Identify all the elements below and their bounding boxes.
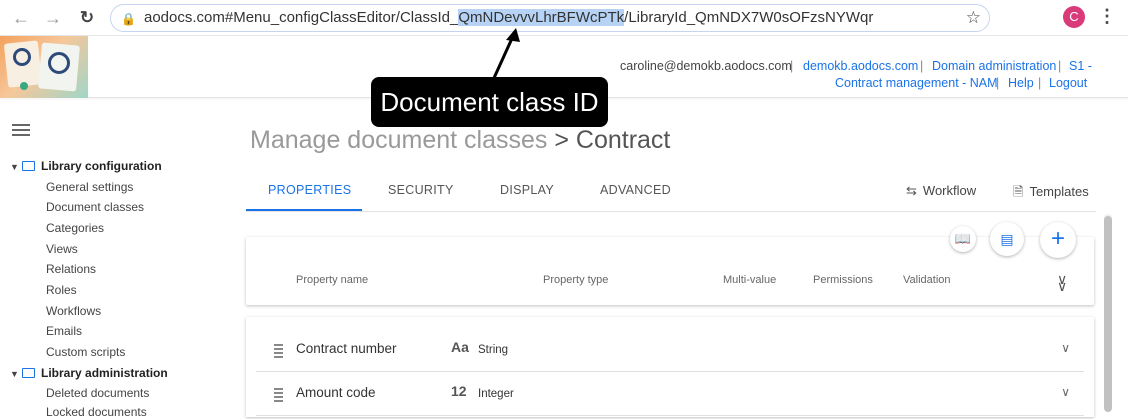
folder-icon	[22, 368, 35, 378]
scrollbar-thumb[interactable]	[1104, 216, 1112, 412]
sidebar-item-document-classes[interactable]: Document classes	[46, 200, 144, 214]
header-separator: |	[790, 59, 794, 73]
property-name: Amount code	[296, 385, 376, 400]
property-type: Integer	[478, 388, 514, 400]
sidebar-item-workflows[interactable]: Workflows	[46, 304, 101, 318]
back-arrow-icon[interactable]: ←	[10, 7, 32, 29]
book-icon[interactable]: 📖	[950, 226, 976, 252]
callout-label: Document class ID	[371, 77, 608, 127]
header-separator: |	[1058, 59, 1062, 73]
logout-link[interactable]: Logout	[1049, 76, 1087, 90]
library-logo[interactable]	[0, 36, 88, 98]
properties-list: Contract number Aa String ∨ Amount code …	[246, 317, 1094, 417]
table-row[interactable]: Amount code 12 Integer ∨	[256, 372, 1084, 416]
magnifier-icon	[48, 52, 70, 74]
workflow-button[interactable]: ⇆ Workflow	[906, 183, 976, 199]
document-icon: 🗎	[1013, 184, 1024, 199]
url-suffix: /LibraryId_QmNDX7W0sOFzsNYWqr	[624, 9, 874, 26]
profile-avatar[interactable]: C	[1063, 6, 1085, 28]
scrollbar[interactable]	[1104, 214, 1112, 412]
column-header-property-name[interactable]: Property name	[296, 274, 368, 286]
workflow-label: Workflow	[922, 183, 977, 198]
page-title-class: > Contract	[554, 126, 671, 154]
header-separator: |	[996, 76, 1000, 90]
sidebar-item-locked-documents[interactable]: Locked documents	[46, 405, 147, 419]
hamburger-menu-icon[interactable]	[12, 124, 30, 136]
magnifier-icon	[13, 48, 31, 66]
column-header-permissions[interactable]: Permissions	[813, 274, 873, 286]
property-type: String	[478, 344, 509, 356]
sidebar-item-categories[interactable]: Categories	[46, 221, 104, 235]
page-title-main: Manage document classes	[250, 126, 548, 154]
tab-display[interactable]: DISPLAY	[500, 183, 554, 197]
caret-down-icon: ▼	[10, 162, 19, 172]
lock-icon[interactable]: 🔒	[121, 6, 136, 32]
sidebar-item-relations[interactable]: Relations	[46, 262, 96, 276]
sidebar-group-label: Library configuration	[41, 159, 162, 173]
page-title: Manage document classes > Contract	[250, 126, 670, 155]
domain-administration-link[interactable]: Domain administration	[932, 59, 1056, 73]
header-separator: |	[920, 59, 924, 73]
property-name: Contract number	[296, 341, 397, 356]
tab-divider	[246, 211, 1096, 212]
sidebar-item-deleted-documents[interactable]: Deleted documents	[46, 386, 149, 400]
forward-arrow-icon[interactable]: →	[42, 7, 64, 29]
caret-down-icon: ▼	[10, 369, 19, 379]
url-class-id-highlight: QmNDevvvLhrBFWcPTk	[458, 9, 625, 26]
address-bar[interactable]: 🔒 aodocs.com#Menu_configClassEditor/Clas…	[110, 4, 990, 32]
column-header-validation[interactable]: Validation	[903, 274, 951, 286]
kebab-menu-icon[interactable]: ⋮	[1098, 6, 1116, 28]
active-tab-indicator	[246, 209, 362, 211]
reload-icon[interactable]: ↻	[76, 7, 98, 29]
chevron-down-icon[interactable]: ∨	[1061, 341, 1070, 355]
string-type-icon: Aa	[451, 339, 469, 355]
tab-properties[interactable]: PROPERTIES	[268, 183, 351, 197]
help-link[interactable]: Help	[1008, 76, 1034, 90]
sidebar-item-custom-scripts[interactable]: Custom scripts	[46, 345, 125, 359]
browser-toolbar: ← → ↻ 🔒 aodocs.com#Menu_configClassEdito…	[0, 0, 1128, 36]
user-email: caroline@demokb.aodocs.com	[620, 59, 792, 73]
header-separator: |	[1038, 76, 1042, 90]
star-icon[interactable]: ☆	[966, 5, 981, 31]
templates-button[interactable]: 🗎 Templates	[1013, 183, 1089, 205]
url-prefix: aodocs.com#Menu_configClassEditor/ClassI…	[144, 9, 459, 26]
tab-security[interactable]: SECURITY	[388, 183, 454, 197]
domain-link[interactable]: demokb.aodocs.com	[803, 59, 918, 73]
chevron-down-icon[interactable]: ∨	[1061, 385, 1070, 399]
callout-arrow-icon	[492, 28, 520, 79]
library-link-continued[interactable]: Contract management - NAM	[835, 76, 998, 90]
column-header-property-type[interactable]: Property type	[543, 274, 608, 286]
drag-handle-icon[interactable]	[274, 344, 283, 360]
integer-type-icon: 12	[451, 383, 467, 399]
column-header-multi-value[interactable]: Multi-value	[723, 274, 776, 286]
sidebar-item-emails[interactable]: Emails	[46, 324, 82, 338]
folder-icon	[22, 161, 35, 171]
sidebar-item-views[interactable]: Views	[46, 242, 78, 256]
tab-advanced[interactable]: ADVANCED	[600, 183, 671, 197]
table-row[interactable]: Contract number Aa String ∨	[256, 328, 1084, 372]
sidebar-item-general-settings[interactable]: General settings	[46, 180, 133, 194]
collapse-all-icon[interactable]: ∨ ∨	[1057, 271, 1067, 305]
add-section-icon[interactable]: ▤	[990, 222, 1024, 256]
workflow-icon: ⇆	[906, 183, 917, 198]
logo-dot	[20, 82, 28, 90]
sidebar-item-roles[interactable]: Roles	[46, 283, 77, 297]
add-property-icon[interactable]: +	[1040, 222, 1076, 258]
sidebar-group-library-configuration[interactable]: ▼ Library configuration	[10, 159, 162, 173]
library-link[interactable]: S1 -	[1069, 59, 1092, 73]
templates-label: Templates	[1029, 184, 1089, 199]
drag-handle-icon[interactable]	[274, 388, 283, 404]
sidebar-group-label: Library administration	[41, 366, 168, 380]
sidebar-group-library-administration[interactable]: ▼ Library administration	[10, 366, 168, 380]
